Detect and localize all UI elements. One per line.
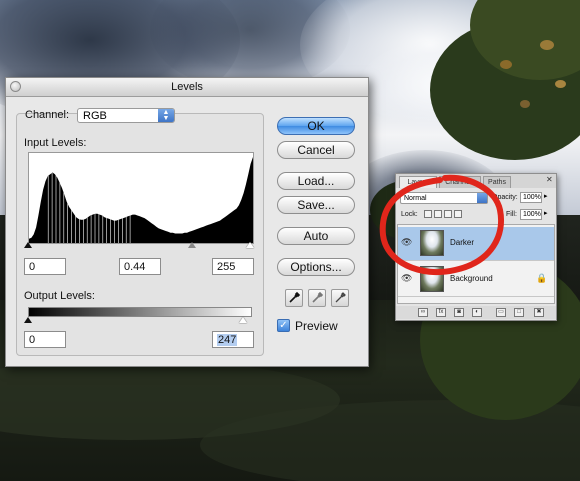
autumn-leaf [555, 80, 566, 88]
output-white-field[interactable]: 247 [212, 331, 254, 348]
histogram-area [29, 157, 253, 243]
levels-dialog: Levels Channel: RGB ▲ ▼ Input Levels: 0 0… [5, 77, 369, 367]
adjustment-icon[interactable]: ◐ [472, 308, 482, 317]
palette-bottom-bar: ∞ fx ◙ ◐ ▭ □ ✖ [396, 306, 556, 319]
fill-arrow-icon[interactable]: ▸ [544, 209, 548, 217]
auto-button[interactable]: Auto [277, 227, 355, 245]
histogram [28, 152, 254, 244]
white-eyedropper-icon[interactable] [331, 289, 349, 307]
save-button[interactable]: Save... [277, 196, 355, 214]
opacity-arrow-icon[interactable]: ▸ [544, 192, 548, 200]
eye-icon[interactable]: 👁 [401, 273, 413, 285]
opacity-field[interactable]: 100% [520, 192, 542, 203]
mask-icon[interactable]: ◙ [454, 308, 464, 317]
opacity-label: Opacity: [492, 194, 518, 201]
input-black-field[interactable]: 0 [24, 258, 66, 275]
tab-channels[interactable]: Channels [439, 176, 481, 188]
layer-row-darker[interactable]: 👁 Darker [398, 227, 554, 261]
tab-paths[interactable]: Paths [483, 176, 511, 188]
load-button[interactable]: Load... [277, 172, 355, 190]
lock-label: Lock: [401, 211, 418, 218]
lock-image-icon[interactable] [434, 210, 442, 218]
black-point-slider[interactable] [24, 242, 32, 248]
output-levels-label: Output Levels: [24, 290, 95, 302]
lock-icon: 🔒 [536, 273, 548, 283]
layer-thumbnail [420, 266, 444, 292]
black-eyedropper-icon[interactable] [285, 289, 303, 307]
lock-position-icon[interactable] [444, 210, 452, 218]
fx-icon[interactable]: fx [436, 308, 446, 317]
link-icon[interactable]: ∞ [418, 308, 428, 317]
preview-checkbox[interactable]: ✓ [277, 319, 290, 332]
fill-label: Fill: [506, 211, 517, 218]
chevron-down-icon [477, 193, 487, 203]
gray-eyedropper-icon[interactable] [308, 289, 326, 307]
channel-value: RGB [83, 110, 107, 122]
levels-titlebar: Levels [6, 78, 368, 97]
group-icon[interactable]: ▭ [496, 308, 506, 317]
channel-select[interactable]: RGB ▲ ▼ [77, 108, 175, 123]
input-levels-label: Input Levels: [24, 137, 87, 149]
layer-thumbnail [420, 230, 444, 256]
output-gradient-bar [28, 307, 252, 317]
white-point-slider[interactable] [246, 242, 254, 248]
tab-layers[interactable]: Layers [399, 176, 437, 188]
close-icon[interactable]: ✕ [546, 175, 553, 184]
input-gamma-field[interactable]: 0.44 [119, 258, 161, 275]
preview-label: Preview [295, 319, 338, 333]
output-black-field[interactable]: 0 [24, 331, 66, 348]
histogram-chart [29, 157, 253, 243]
output-white-slider[interactable] [239, 317, 247, 323]
output-white-value: 247 [217, 334, 238, 346]
layer-name: Darker [450, 238, 475, 247]
channel-label: Channel: [25, 109, 70, 121]
layer-row-background[interactable]: 👁 Background 🔒 [398, 263, 554, 297]
cancel-button[interactable]: Cancel [277, 141, 355, 159]
autumn-leaf [500, 60, 512, 69]
close-icon[interactable] [10, 81, 21, 92]
blend-mode-value: Normal [404, 195, 427, 202]
lock-all-icon[interactable] [454, 210, 462, 218]
gamma-slider[interactable] [188, 242, 196, 248]
autumn-leaf [540, 40, 554, 50]
lock-transparency-icon[interactable] [424, 210, 432, 218]
eye-icon[interactable]: 👁 [401, 237, 413, 249]
dialog-title: Levels [171, 81, 203, 93]
chevron-updown-icon: ▲ ▼ [158, 109, 174, 122]
ok-button[interactable]: OK [277, 117, 355, 135]
layers-list: 👁 Darker 👁 Background 🔒 [397, 224, 555, 304]
options-button[interactable]: Options... [277, 258, 355, 276]
new-layer-icon[interactable]: □ [514, 308, 524, 317]
autumn-leaf [520, 100, 530, 108]
blend-mode-select[interactable]: Normal [400, 192, 488, 204]
input-white-field[interactable]: 255 [212, 258, 254, 275]
layer-name: Background [450, 274, 493, 283]
output-black-slider[interactable] [24, 317, 32, 323]
trash-icon[interactable]: ✖ [534, 308, 544, 317]
fill-field[interactable]: 100% [520, 209, 542, 220]
palette-tab-bar: Layers Channels Paths ✕ [396, 174, 556, 188]
layers-palette: Layers Channels Paths ✕ Normal Opacity: … [395, 173, 557, 321]
